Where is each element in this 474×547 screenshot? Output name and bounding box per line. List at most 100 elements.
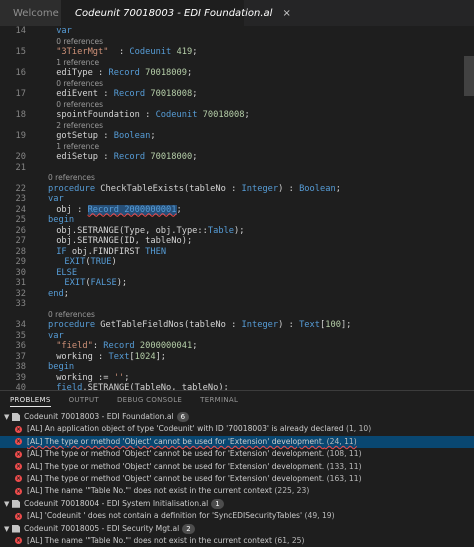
code-text[interactable]: obj.SETRANGE(Type, obj.Type::Table); bbox=[56, 226, 244, 237]
code-line[interactable]: 29 EXIT(TRUE) bbox=[0, 257, 474, 268]
problem-item[interactable]: × [AL] The type or method 'Object' cannot… bbox=[0, 461, 474, 473]
problems-list: ▼ Codeunit 70018003 - EDI Foundation.al 6 ×… bbox=[0, 411, 474, 547]
problem-item[interactable]: × [AL] The name '"Table No."' does not ex… bbox=[0, 485, 474, 497]
code-text[interactable]: gotSetup : Boolean; bbox=[56, 131, 155, 142]
code-token: ; bbox=[192, 152, 198, 162]
problem-item[interactable]: × [AL] The type or method 'Object' cannot… bbox=[0, 435, 474, 449]
tab-terminal[interactable]: TERMINAL bbox=[200, 396, 238, 406]
code-lens-text[interactable]: 1 reference bbox=[56, 58, 99, 69]
code-token: ; bbox=[124, 372, 130, 383]
code-token: EXIT bbox=[64, 257, 86, 267]
code-text[interactable]: EXIT(FALSE); bbox=[64, 278, 127, 289]
code-lens-text[interactable]: 0 references bbox=[56, 37, 103, 48]
code-line[interactable]: 34 procedure GetTableFieldNos(tableNo : I… bbox=[0, 320, 474, 331]
code-text[interactable]: begin bbox=[48, 215, 74, 226]
problem-file-group[interactable]: ▼ Codeunit 70018005 - EDI Security Mgt.al… bbox=[0, 523, 474, 535]
code-text[interactable]: working : Text[1024]; bbox=[56, 352, 166, 363]
error-icon: × bbox=[15, 537, 22, 545]
code-text[interactable]: ediSetup : Record 70018000; bbox=[56, 152, 197, 163]
tab-edi-foundation[interactable]: Codeunit 70018003 - EDI Foundation.al × bbox=[62, 0, 291, 26]
code-line[interactable]: 33 bbox=[0, 299, 474, 310]
code-lens-text[interactable]: 0 references bbox=[56, 79, 103, 90]
code-line[interactable]: 30 ELSE bbox=[0, 268, 474, 279]
code-text[interactable]: EXIT(TRUE) bbox=[64, 257, 116, 268]
code-line[interactable]: 15 "3TierMgt" : Codeunit 419; bbox=[0, 47, 474, 58]
code-text[interactable]: "field": Record 2000000041; bbox=[56, 341, 197, 352]
code-text[interactable]: field.SETRANGE(TableNo, tableNo); bbox=[56, 383, 229, 390]
code-text[interactable]: ELSE bbox=[56, 268, 77, 279]
line-number: 30 bbox=[15, 267, 26, 278]
code-line[interactable]: 37 working : Text[1024]; bbox=[0, 352, 474, 363]
code-text[interactable]: working := ''; bbox=[56, 373, 129, 384]
code-lens-references[interactable]: 1 reference bbox=[0, 142, 474, 153]
code-lens-text[interactable]: 1 reference bbox=[56, 142, 99, 153]
code-text[interactable]: var bbox=[56, 26, 72, 37]
chevron-down-icon[interactable]: ▼ bbox=[4, 498, 12, 510]
code-lens-references[interactable]: 2 references bbox=[0, 121, 474, 132]
code-line[interactable]: 38 begin bbox=[0, 362, 474, 373]
code-line[interactable]: 36 "field": Record 2000000041; bbox=[0, 341, 474, 352]
code-lens-references[interactable]: 1 reference bbox=[0, 58, 474, 69]
code-lens-text[interactable]: 0 references bbox=[48, 310, 95, 321]
code-text[interactable]: var bbox=[48, 194, 64, 205]
code-lens-text[interactable]: 2 references bbox=[56, 121, 103, 132]
tab-output[interactable]: OUTPUT bbox=[69, 396, 99, 406]
code-token: 100 bbox=[325, 320, 341, 330]
code-lens-references[interactable]: 0 references bbox=[0, 37, 474, 48]
code-lens-references[interactable]: 0 references bbox=[0, 173, 474, 184]
code-token: ); bbox=[234, 225, 245, 236]
problem-item[interactable]: × [AL] The type or method 'Object' cannot… bbox=[0, 473, 474, 485]
code-line[interactable]: 14 var bbox=[0, 26, 474, 37]
code-text[interactable]: var bbox=[48, 331, 64, 342]
problem-item[interactable]: × [AL] 'Codeunit ' does not contain a def… bbox=[0, 510, 474, 522]
code-line[interactable]: 22 procedure CheckTableExists(tableNo : I… bbox=[0, 184, 474, 195]
code-line[interactable]: 28 IF obj.FINDFIRST THEN bbox=[0, 247, 474, 258]
line-number: 26 bbox=[15, 225, 26, 236]
code-text[interactable]: IF obj.FINDFIRST THEN bbox=[56, 247, 166, 258]
code-text[interactable]: ediEvent : Record 70018008; bbox=[56, 89, 197, 100]
problem-file-group[interactable]: ▼ Codeunit 70018004 - EDI System Initiali… bbox=[0, 498, 474, 510]
code-lens-references[interactable]: 0 references bbox=[0, 100, 474, 111]
code-line[interactable]: 17 ediEvent : Record 70018008; bbox=[0, 89, 474, 100]
code-line[interactable]: 19 gotSetup : Boolean; bbox=[0, 131, 474, 142]
code-line[interactable]: 21 bbox=[0, 163, 474, 174]
problem-file-group[interactable]: ▼ Codeunit 70018003 - EDI Foundation.al 6 bbox=[0, 411, 474, 423]
code-line[interactable]: 31 EXIT(FALSE); bbox=[0, 278, 474, 289]
code-line[interactable]: 39 working := ''; bbox=[0, 373, 474, 384]
code-line[interactable]: 32 end; bbox=[0, 289, 474, 300]
close-icon[interactable]: × bbox=[282, 8, 290, 19]
code-token: 2000000041 bbox=[139, 341, 193, 351]
code-text[interactable]: obj.SETRANGE(ID, tableNo); bbox=[56, 236, 192, 247]
code-lens-references[interactable]: 0 references bbox=[0, 310, 474, 321]
code-text[interactable]: procedure GetTableFieldNos(tableNo : Int… bbox=[48, 320, 351, 331]
chevron-down-icon[interactable]: ▼ bbox=[4, 411, 12, 423]
code-text[interactable]: end; bbox=[48, 289, 69, 300]
code-text[interactable]: begin bbox=[48, 362, 74, 373]
code-line[interactable]: 18 spointFoundation : Codeunit 70018008; bbox=[0, 110, 474, 121]
code-text[interactable]: spointFoundation : Codeunit 70018008; bbox=[56, 110, 250, 121]
code-text[interactable]: procedure CheckTableExists(tableNo : Int… bbox=[48, 184, 341, 195]
tab-debug-console[interactable]: DEBUG CONSOLE bbox=[117, 396, 182, 406]
code-line[interactable]: 16 ediType : Record 70018009; bbox=[0, 68, 474, 79]
code-line[interactable]: 35 var bbox=[0, 331, 474, 342]
code-lens-text[interactable]: 0 references bbox=[48, 173, 95, 184]
code-line[interactable]: 25 begin bbox=[0, 215, 474, 226]
code-lens-text[interactable]: 0 references bbox=[56, 100, 103, 111]
chevron-down-icon[interactable]: ▼ bbox=[4, 523, 12, 535]
code-text[interactable]: "3TierMgt" : Codeunit 419; bbox=[56, 47, 197, 58]
code-lens-references[interactable]: 0 references bbox=[0, 79, 474, 90]
code-line[interactable]: 40 field.SETRANGE(TableNo, tableNo); bbox=[0, 383, 474, 390]
code-line[interactable]: 20 ediSetup : Record 70018000; bbox=[0, 152, 474, 163]
code-line[interactable]: 27 obj.SETRANGE(ID, tableNo); bbox=[0, 236, 474, 247]
code-editor[interactable]: 14 var 0 references 15 "3TierMgt" : Codeunit… bbox=[0, 26, 474, 390]
problem-item[interactable]: × [AL] An application object of type 'Cod… bbox=[0, 423, 474, 435]
code-line[interactable]: 24 obj : Record 2000000001; bbox=[0, 204, 474, 216]
code-text[interactable]: ediType : Record 70018009; bbox=[56, 68, 192, 79]
tab-welcome[interactable]: Welcome bbox=[0, 0, 62, 26]
problem-item[interactable]: × [AL] The type or method 'Object' cannot… bbox=[0, 448, 474, 460]
tab-problems[interactable]: PROBLEMS bbox=[10, 396, 51, 407]
code-text[interactable]: obj : Record 2000000001; bbox=[56, 204, 182, 216]
problem-item[interactable]: × [AL] The name '"Table No."' does not ex… bbox=[0, 535, 474, 547]
code-line[interactable]: 23 var bbox=[0, 194, 474, 205]
code-line[interactable]: 26 obj.SETRANGE(Type, obj.Type::Table); bbox=[0, 226, 474, 237]
